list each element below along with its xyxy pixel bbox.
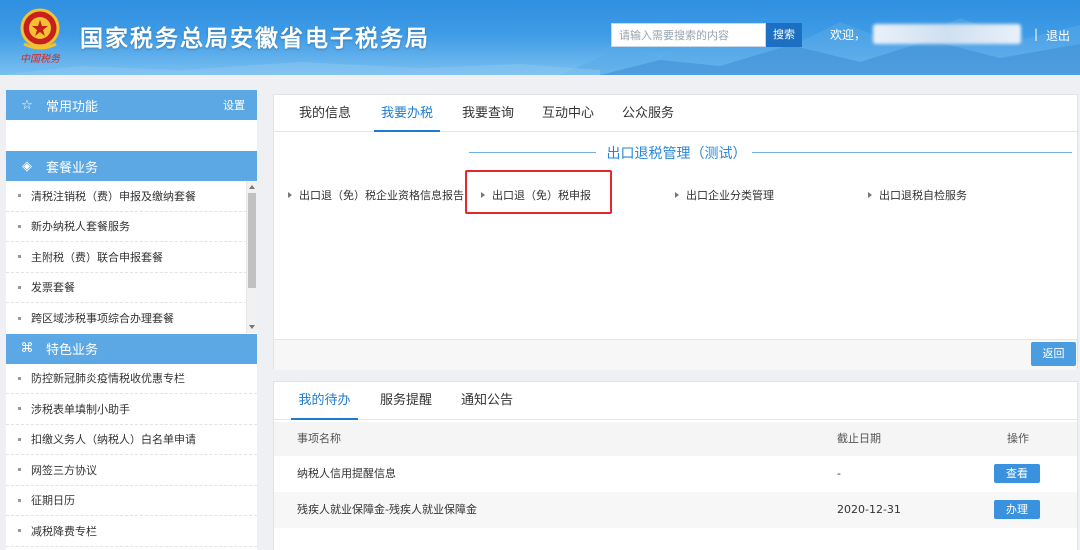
row-deadline: 2020-12-31 — [837, 503, 901, 516]
tab-my-todo[interactable]: 我的待办 — [291, 382, 358, 420]
todo-tabs: 我的待办 服务提醒 通知公告 — [274, 382, 1077, 420]
bullet-icon — [18, 285, 21, 289]
site-title: 国家税务总局安徽省电子税务局 — [80, 26, 430, 52]
scroll-up-arrow-icon[interactable] — [249, 185, 255, 189]
sidebar-item[interactable]: 涉税表单填制小助手 — [6, 394, 257, 425]
feature-list: 防控新冠肺炎疫情税收优惠专栏 涉税表单填制小助手 扣缴义务人（纳税人）白名单申请… — [6, 363, 257, 547]
bullet-icon — [18, 255, 21, 259]
table-header: 事项名称 截止日期 操作 — [274, 422, 1077, 456]
settings-link[interactable]: 设置 — [223, 97, 245, 113]
sidebar-item-label: 减税降费专栏 — [31, 524, 97, 538]
sidebar-item[interactable]: 扣缴义务人（纳税人）白名单申请 — [6, 425, 257, 455]
sidebar-item[interactable]: 主附税（费）联合申报套餐 — [6, 242, 257, 273]
sidebar-item-label: 新办纳税人套餐服务 — [31, 220, 130, 234]
logout-link[interactable]: 退出 — [1046, 27, 1070, 44]
search-input[interactable] — [611, 23, 766, 47]
header-banner: 中国税务 国家税务总局安徽省电子税务局 搜索 欢迎， | 退出 — [0, 0, 1080, 75]
menu-item-label: 出口退税自检服务 — [879, 189, 967, 202]
sidebar-item[interactable]: 减税降费专栏 — [6, 516, 257, 547]
sidebar-header-common[interactable]: ☆ 常用功能 设置 — [6, 90, 257, 120]
row-name: 残疾人就业保障金-残疾人就业保障金 — [297, 503, 477, 516]
title-line-right — [752, 152, 1072, 153]
bullet-icon — [18, 437, 21, 441]
view-button[interactable]: 查看 — [994, 464, 1040, 483]
sidebar-header-package[interactable]: ◈ 套餐业务 — [6, 151, 257, 181]
row-name: 纳税人信用提醒信息 — [297, 467, 396, 480]
scroll-down-arrow-icon[interactable] — [249, 325, 255, 329]
bullet-icon — [18, 224, 21, 228]
bullet-icon — [18, 316, 21, 320]
bullet-icon — [18, 407, 21, 411]
package-list: 清税注销税（费）申报及缴纳套餐 新办纳税人套餐服务 主附税（费）联合申报套餐 发… — [6, 181, 257, 334]
bullet-icon — [18, 376, 21, 380]
sidebar-item-label: 防控新冠肺炎疫情税收优惠专栏 — [31, 372, 185, 386]
tab-notice[interactable]: 通知公告 — [454, 382, 520, 420]
section-title: 出口退税管理（测试） — [606, 146, 747, 162]
main-panel: 我的信息 我要办税 我要查询 互动中心 公众服务 出口退税管理（测试） 出口退（… — [273, 94, 1078, 370]
column-header-deadline: 截止日期 — [837, 432, 881, 445]
bullet-icon — [18, 468, 21, 472]
sidebar-item-label: 涉税表单填制小助手 — [31, 402, 130, 416]
back-button[interactable]: 返回 — [1031, 342, 1076, 366]
sidebar-header-title: 特色业务 — [46, 343, 99, 358]
menu-item-label: 出口退（免）税企业资格信息报告 — [299, 189, 464, 202]
header-separator: | — [1034, 27, 1039, 41]
tab-query[interactable]: 我要查询 — [455, 95, 521, 132]
sidebar: ☆ 常用功能 设置 ◈ 套餐业务 清税注销税（费）申报及缴纳套餐 新办纳税人套餐… — [6, 90, 257, 550]
sidebar-item[interactable]: 发票套餐 — [6, 273, 257, 303]
table-row: 残疾人就业保障金-残疾人就业保障金 2020-12-31 办理 — [274, 492, 1077, 528]
emblem-caption: 中国税务 — [20, 54, 60, 65]
tab-public-service[interactable]: 公众服务 — [615, 95, 681, 132]
welcome-text: 欢迎， — [830, 28, 867, 42]
sidebar-item-label: 征期日历 — [31, 494, 75, 508]
sidebar-header-title: 套餐业务 — [46, 160, 99, 176]
row-deadline: - — [837, 467, 841, 480]
panel-footer — [274, 339, 1077, 370]
column-header-action: 操作 — [1007, 432, 1029, 445]
sidebar-item-label: 主附税（费）联合申报套餐 — [31, 250, 163, 264]
star-icon: ☆ — [21, 97, 33, 113]
sidebar-item-label: 清税注销税（费）申报及缴纳套餐 — [31, 189, 196, 203]
tab-tax-handling[interactable]: 我要办税 — [374, 95, 440, 132]
main-tabs: 我的信息 我要办税 我要查询 互动中心 公众服务 — [274, 95, 1077, 132]
sidebar-item[interactable]: 跨区域涉税事项综合办理套餐 — [6, 303, 257, 334]
tab-interaction[interactable]: 互动中心 — [535, 95, 601, 132]
arrow-right-icon — [868, 192, 872, 198]
bullet-icon — [18, 194, 21, 198]
sidebar-header-title: 常用功能 — [46, 99, 99, 115]
menu-item-qualification-report[interactable]: 出口退（免）税企业资格信息报告 — [288, 187, 464, 203]
handle-button[interactable]: 办理 — [994, 500, 1040, 519]
arrow-right-icon — [675, 192, 679, 198]
tab-service-reminder[interactable]: 服务提醒 — [373, 382, 439, 420]
sidebar-item[interactable]: 防控新冠肺炎疫情税收优惠专栏 — [6, 364, 257, 394]
common-functions-area — [6, 120, 257, 151]
sidebar-item-label: 扣缴义务人（纳税人）白名单申请 — [31, 433, 196, 447]
sidebar-header-feature[interactable]: ⌘ 特色业务 — [6, 333, 257, 364]
sidebar-item[interactable]: 网签三方协议 — [6, 455, 257, 486]
menu-item-label: 出口企业分类管理 — [686, 189, 774, 202]
column-header-name: 事项名称 — [297, 432, 341, 445]
sidebar-item-label: 发票套餐 — [31, 281, 75, 295]
package-scrollbar[interactable] — [246, 181, 257, 333]
grid-icon: ⌘ — [20, 341, 34, 356]
scrollbar-thumb[interactable] — [248, 193, 256, 288]
highlight-annotation-box — [465, 170, 612, 214]
user-name-redacted — [873, 24, 1021, 44]
sidebar-item-label: 网签三方协议 — [31, 463, 97, 477]
sidebar-item[interactable]: 清税注销税（费）申报及缴纳套餐 — [6, 181, 257, 212]
bullet-icon — [18, 529, 21, 533]
tab-my-info[interactable]: 我的信息 — [292, 95, 358, 132]
layers-icon: ◈ — [22, 158, 32, 174]
arrow-right-icon — [288, 192, 292, 198]
menu-item-classification-management[interactable]: 出口企业分类管理 — [675, 187, 774, 203]
search-button[interactable]: 搜索 — [766, 23, 802, 47]
sidebar-item-label: 跨区域涉税事项综合办理套餐 — [31, 312, 174, 326]
bullet-icon — [18, 498, 21, 502]
sidebar-item[interactable]: 征期日历 — [6, 486, 257, 516]
todo-panel: 我的待办 服务提醒 通知公告 事项名称 截止日期 操作 纳税人信用提醒信息 - … — [273, 381, 1078, 550]
table-row: 纳税人信用提醒信息 - 查看 — [274, 456, 1077, 492]
menu-item-self-check-service[interactable]: 出口退税自检服务 — [868, 187, 967, 203]
sidebar-item[interactable]: 新办纳税人套餐服务 — [6, 212, 257, 242]
